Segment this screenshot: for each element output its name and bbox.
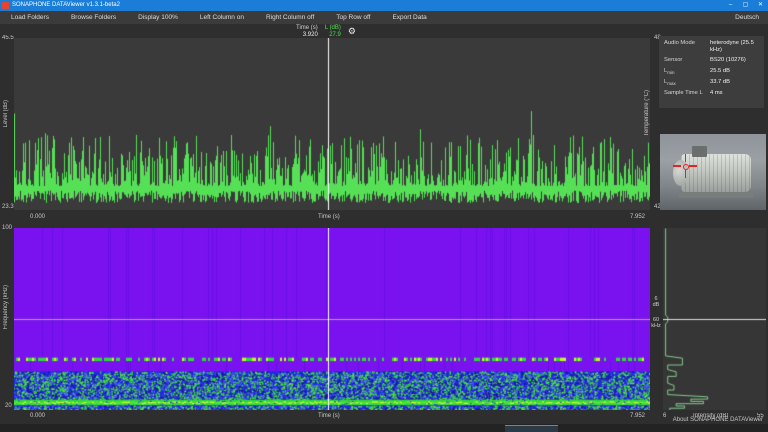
spectrogram-xtick-max: 7.952	[630, 413, 645, 419]
time-readout-label: Time (s)	[296, 25, 318, 32]
waveform-xtick-min: 0.000	[30, 214, 45, 220]
title-bar: SONAPHONE DATAViewer v1.3.1-beta2 – ▢ ✕	[0, 0, 768, 11]
cursor-readout: Time (s) 3.920 L (dB) 27.9 ⚙	[296, 25, 356, 39]
info-row-audio-mode: Audio Mode heterodyne (25.5 kHz)	[664, 40, 759, 54]
measurement-photo[interactable]	[660, 134, 766, 210]
info-row-sensor: Sensor BS20 (10276)	[664, 57, 759, 65]
waveform-ytick-max: 45.5	[2, 35, 14, 41]
load-folders-button[interactable]: Load Folders	[0, 11, 60, 24]
spectrogram-ytick-min: 20	[5, 403, 12, 409]
app-window: SONAPHONE DATAViewer v1.3.1-beta2 – ▢ ✕ …	[0, 0, 768, 432]
intensity-profile-canvas[interactable]	[663, 228, 766, 410]
waveform-right-ylabel: Temperature (°C)	[644, 90, 650, 136]
waveform-xtick-max: 7.952	[630, 214, 645, 220]
waveform-xlabel: Time (s)	[318, 214, 340, 220]
waveform-ylabel: Level (dB)	[3, 100, 9, 127]
right-column-toggle[interactable]: Right Column off	[255, 11, 325, 24]
intensity-xtick-min: 6	[663, 413, 666, 419]
info-row-lmax: Lmax 33.7 dB	[664, 79, 759, 87]
menu-bar: Load Folders Browse Folders Display 100%…	[0, 11, 768, 24]
waveform-ytick-min: 23.3	[2, 204, 14, 210]
app-icon	[2, 2, 9, 9]
motor-junction-box	[692, 146, 707, 157]
taskbar-tab[interactable]	[505, 425, 558, 432]
level-readout-label: L (dB)	[325, 25, 341, 32]
level-waveform-canvas[interactable]	[14, 38, 650, 210]
spectrogram-xlabel: Time (s)	[318, 413, 340, 419]
minimize-button[interactable]: –	[723, 0, 738, 11]
info-row-lmin: Lmin 25.5 dB	[664, 68, 759, 76]
maximize-button[interactable]: ▢	[738, 0, 753, 11]
frequency-cursor-unit: kHz	[650, 323, 662, 329]
intensity-cursor-unit: dB	[650, 302, 662, 308]
measurement-info-panel: Audio Mode heterodyne (25.5 kHz) Sensor …	[659, 36, 764, 108]
spectrogram-ylabel: Frequency (kHz)	[3, 285, 9, 329]
window-title: SONAPHONE DATAViewer v1.3.1-beta2	[12, 0, 723, 11]
motor-body	[681, 154, 751, 192]
browse-folders-button[interactable]: Browse Folders	[60, 11, 127, 24]
about-link[interactable]: About SONAPHONE DATAViewer	[673, 417, 763, 423]
close-button[interactable]: ✕	[753, 0, 768, 11]
left-column-toggle[interactable]: Left Column on	[189, 11, 255, 24]
frequency-cursor-readout: 6 dB 60 kHz	[650, 296, 662, 338]
display-100-button[interactable]: Display 100%	[127, 11, 189, 24]
spectrogram-xtick-min: 0.000	[30, 413, 45, 419]
level-waveform-plot[interactable]	[14, 38, 650, 210]
export-data-button[interactable]: Export Data	[381, 11, 437, 24]
spectrogram-canvas[interactable]	[14, 228, 650, 410]
bottom-strip	[0, 424, 768, 432]
language-button[interactable]: Deutsch	[724, 11, 768, 24]
spectrogram-ytick-max: 100	[2, 225, 12, 231]
settings-gear-icon[interactable]: ⚙	[348, 25, 356, 39]
info-row-sample-time: Sample Time L 4 ms	[664, 90, 759, 98]
intensity-profile-plot[interactable]	[663, 228, 766, 410]
spectrogram-plot[interactable]	[14, 228, 650, 410]
top-row-toggle[interactable]: Top Row off	[325, 11, 381, 24]
